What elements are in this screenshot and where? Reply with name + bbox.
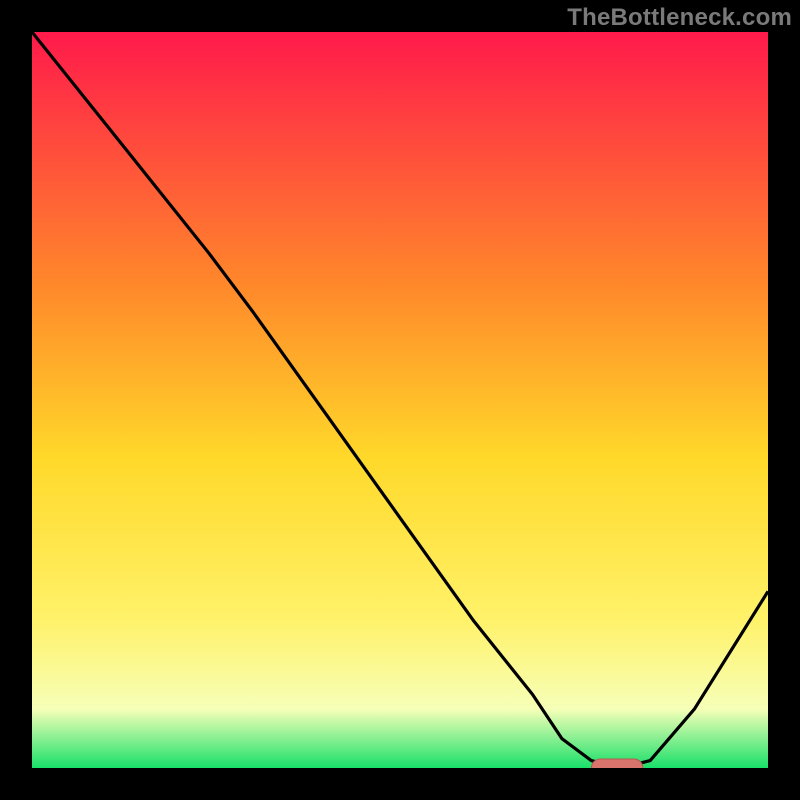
chart-frame: TheBottleneck.com (0, 0, 800, 800)
plot-background (32, 32, 768, 768)
watermark-text: TheBottleneck.com (567, 4, 792, 32)
bottleneck-chart (0, 0, 800, 800)
